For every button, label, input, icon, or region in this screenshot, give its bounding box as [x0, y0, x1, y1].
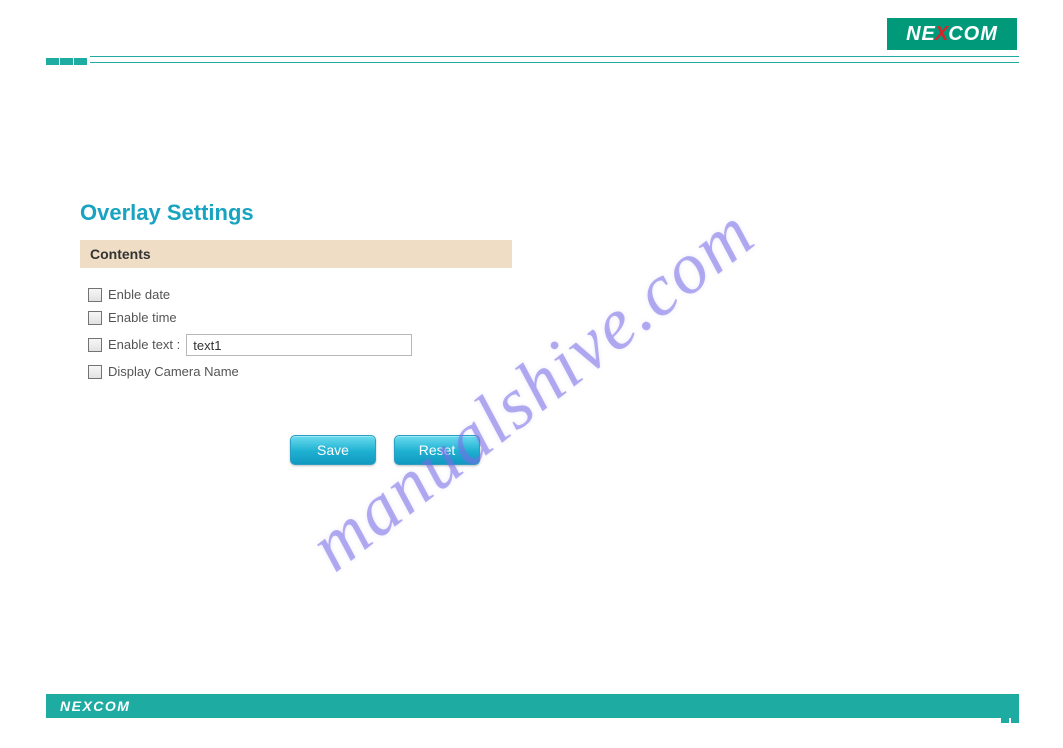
footer-decor-icon: [1001, 705, 1019, 723]
footer-bar: NEXCOM: [46, 694, 1019, 718]
section-header: Contents: [80, 240, 512, 268]
display-camera-name-row: Display Camera Name: [80, 365, 520, 379]
footer-logo-text: NEXCOM: [60, 698, 130, 714]
enable-text-checkbox[interactable]: [88, 338, 102, 352]
enable-time-row: Enable time: [80, 311, 520, 325]
enable-time-label: Enable time: [108, 311, 177, 325]
page-title: Overlay Settings: [80, 200, 520, 226]
enable-text-input[interactable]: [186, 334, 412, 356]
main-content: Overlay Settings Contents Enble date Ena…: [80, 200, 520, 388]
enable-date-label: Enble date: [108, 288, 170, 302]
save-button[interactable]: Save: [290, 435, 376, 465]
brand-logo-text: NEXCOM: [906, 23, 998, 46]
enable-text-row: Enable text :: [80, 334, 520, 356]
display-camera-name-label: Display Camera Name: [108, 365, 239, 379]
enable-text-label: Enable text :: [108, 338, 180, 352]
enable-time-checkbox[interactable]: [88, 311, 102, 325]
reset-button[interactable]: Reset: [394, 435, 480, 465]
top-divider: [46, 56, 1019, 64]
display-camera-name-checkbox[interactable]: [88, 365, 102, 379]
brand-logo: NEXCOM: [887, 18, 1017, 50]
button-row: Save Reset: [290, 435, 480, 465]
header: NEXCOM: [0, 0, 1063, 56]
enable-date-row: Enble date: [80, 288, 520, 302]
enable-date-checkbox[interactable]: [88, 288, 102, 302]
